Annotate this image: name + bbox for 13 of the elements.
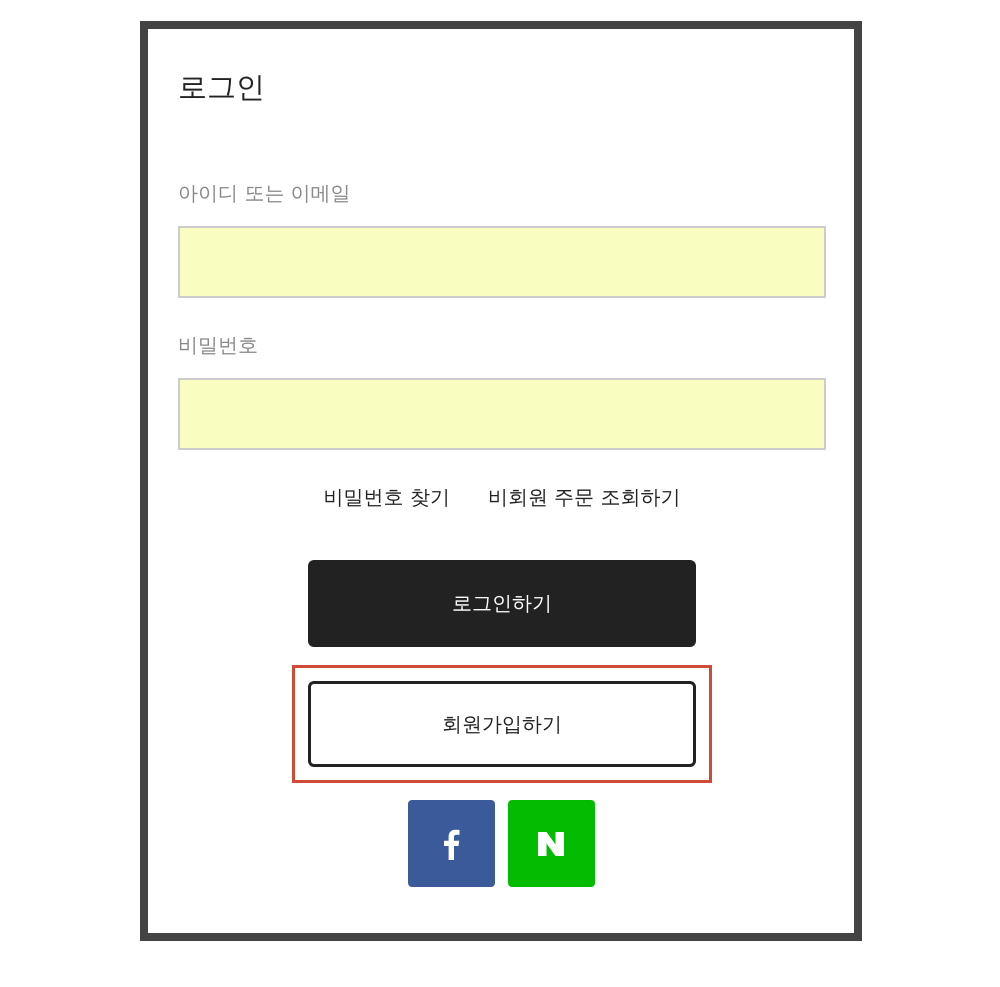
page-title: 로그인 [178, 69, 265, 105]
text-link[interactable]: 비밀번호 찾기 [323, 483, 450, 511]
naver-icon [538, 832, 564, 856]
field-label: 비밀번호 [178, 332, 258, 359]
naver-login-button[interactable] [508, 800, 594, 887]
login-button[interactable]: 로그인하기 [308, 560, 696, 647]
input-field[interactable] [178, 378, 826, 450]
facebook-login-button[interactable] [408, 800, 494, 887]
signup-button[interactable]: 회원가입하기 [308, 681, 696, 767]
facebook-icon [441, 828, 461, 860]
text-link[interactable]: 비회원 주문 조회하기 [488, 483, 681, 511]
field-label: 아이디 또는 이메일 [178, 180, 351, 207]
input-field[interactable] [178, 226, 826, 298]
